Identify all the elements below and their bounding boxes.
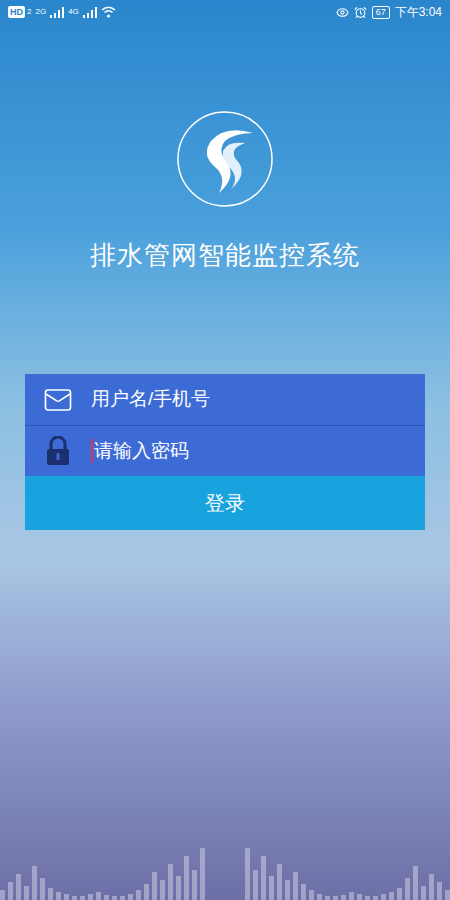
sim2-type: 4G xyxy=(68,6,79,18)
eye-icon xyxy=(336,6,349,19)
field-placeholder: 用户名/手机号 xyxy=(91,385,210,414)
logo-icon xyxy=(175,109,275,209)
app-title: 排水管网智能监控系统 xyxy=(0,239,450,271)
signal-2-icon xyxy=(83,7,97,18)
username-field[interactable]: 用户名/手机号 xyxy=(25,374,425,425)
text-caret xyxy=(91,439,93,463)
envelope-icon xyxy=(43,384,73,416)
login-screen: HD2 2G 4G 67 下午3:04 排水管网智能监控系统用户名/手机号请输入密码登录 xyxy=(0,0,450,900)
waveform-icon xyxy=(0,840,450,900)
status-bar: HD2 2G 4G 67 下午3:04 xyxy=(0,0,450,24)
battery: 67 xyxy=(372,6,390,19)
hd-badge: HD xyxy=(8,6,25,18)
password-field[interactable]: 请输入密码 xyxy=(25,425,425,476)
alarm-icon xyxy=(354,6,367,19)
sim-index: 2 xyxy=(27,6,31,18)
lock-icon xyxy=(46,436,70,466)
wifi-icon xyxy=(101,6,116,18)
sim1-type: 2G xyxy=(35,6,46,18)
field-placeholder: 请输入密码 xyxy=(94,437,189,466)
signal-1-icon xyxy=(50,7,64,18)
clock: 下午3:04 xyxy=(395,3,442,21)
login-form: 用户名/手机号请输入密码登录 xyxy=(25,374,425,530)
login-button[interactable]: 登录 xyxy=(25,476,425,530)
